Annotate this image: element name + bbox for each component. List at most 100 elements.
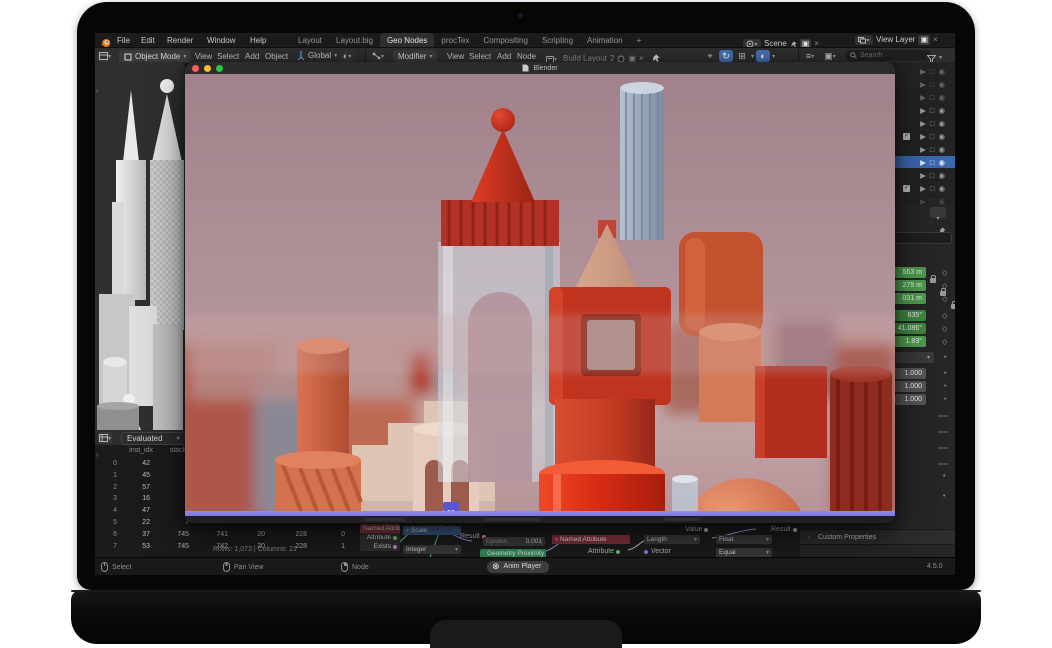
animate-dot-icon[interactable]: • [944,383,946,390]
tab-layout-big[interactable]: Layout.big [329,33,380,47]
custom-properties-panel[interactable]: › Custom Properties [800,529,955,545]
equal-dropdown[interactable]: Equal▾ [716,548,772,557]
hide-render-icon[interactable]: ◉ [938,132,945,141]
select-cursor-icon[interactable]: ▶ [920,158,926,167]
tab-compositing[interactable]: Compositing [476,33,534,47]
animate-dot-icon[interactable]: • [944,370,946,377]
close-window-button[interactable] [192,65,199,72]
view-layer-copy-icon[interactable]: ▣ [918,35,930,45]
outliner-filter-mode-icon[interactable]: ▣▾ [823,50,837,62]
panel-expand-icon[interactable]: › [96,452,98,459]
proportional-edit-icon[interactable]: ⊞ [735,50,749,62]
attribute-output[interactable]: Attribute [588,548,620,555]
view-layer-name[interactable]: View Layer [876,36,915,44]
keyframe-icon[interactable]: ◇ [942,269,947,277]
vector-input[interactable]: Vector [644,548,671,555]
hide-render-icon[interactable]: ◉ [938,171,945,180]
dataset-dropdown[interactable]: Evaluated ▾ [121,432,186,445]
lock-icon[interactable] [951,304,955,309]
menu-file[interactable]: File [117,37,130,45]
node-menu-add[interactable]: Add [497,53,511,61]
hide-render-icon[interactable]: ◉ [938,93,945,102]
node-menu-view[interactable]: View [447,53,464,61]
result-output-2[interactable]: Result [771,526,797,533]
render-window[interactable]: Blender [185,62,895,523]
auto-key-icon[interactable]: ⌖ [703,50,717,62]
tab-scripting[interactable]: Scripting [535,33,580,47]
tab-add-workspace[interactable]: + [630,33,649,47]
overlays-icon[interactable]: ◐ [756,50,770,62]
epsilon-field[interactable]: Epsilon 0.001 [483,537,545,546]
viewport-menu-add[interactable]: Add [245,53,259,61]
hide-render-icon[interactable]: ◉ [938,158,945,167]
keyframe-icon[interactable]: ◇ [942,338,947,346]
checkbox[interactable]: ✓ [903,185,910,192]
column-header-inst-idx[interactable]: inst_idx [129,447,153,454]
spreadsheet-editor-icon[interactable]: ▾ [98,432,112,444]
hide-render-icon[interactable]: ◉ [938,145,945,154]
hide-viewport-icon[interactable]: □ [930,184,935,193]
float-dropdown[interactable]: Float▾ [716,535,772,544]
select-cursor-icon[interactable]: ▶ [920,184,926,193]
node-geometry-proximity[interactable]: ›Geometry Proximity [480,549,546,557]
integer-dropdown[interactable]: Integer ▾ [403,545,461,554]
tab-animation[interactable]: Animation [580,33,630,47]
hide-render-icon[interactable]: ◉ [938,119,945,128]
viewport-3d[interactable]: › [95,62,185,430]
playhead-marker[interactable]: 90 [443,502,459,511]
select-cursor-icon[interactable]: ▶ [920,93,926,102]
animate-dot-icon[interactable]: • [944,396,946,403]
anim-player-button[interactable]: ⊗ Anim Player [487,561,549,573]
hide-render-icon[interactable]: ◉ [938,184,945,193]
keyframe-icon[interactable]: ◇ [942,312,947,320]
circled-x-icon[interactable]: ⊗ [492,562,500,571]
view-layer-remove-icon[interactable]: × [933,36,938,44]
chevron-down-icon[interactable]: ▾ [939,54,942,61]
geonodes-editor-icon[interactable]: ▾ [371,50,385,62]
select-cursor-icon[interactable]: ▶ [920,119,926,128]
zoom-window-button[interactable] [216,65,223,72]
hide-render-icon[interactable]: ◉ [938,106,945,115]
orientation-dropdown[interactable]: Global ▾ [297,51,337,60]
editor-type-icon[interactable]: ▾ [98,50,112,62]
select-cursor-icon[interactable]: ▶ [920,132,926,141]
hide-viewport-icon[interactable]: □ [930,145,935,154]
tab-layout[interactable]: Layout [291,33,329,47]
checkbox[interactable]: ✓ [903,133,910,140]
node-menu-node[interactable]: Node [517,53,536,61]
animate-dot-icon[interactable]: • [943,473,945,480]
hide-render-icon[interactable]: ◉ [938,67,945,76]
menu-help[interactable]: Help [250,37,266,45]
view-layer-icon[interactable]: ▾ [855,35,873,45]
select-cursor-icon[interactable]: ▶ [920,106,926,115]
minimize-window-button[interactable] [204,65,211,72]
toolbar-expand-icon[interactable]: › [96,88,98,95]
menu-edit[interactable]: Edit [141,37,155,45]
viewport-menu-object[interactable]: Object [265,53,288,61]
hide-viewport-icon[interactable]: □ [930,119,935,128]
hide-viewport-icon[interactable]: □ [930,132,935,141]
window-titlebar[interactable]: Blender [185,62,895,74]
node-named-attribute-1[interactable]: Named Attribute Attribute Exists [360,524,400,551]
result-output-1[interactable]: Result [460,533,486,540]
value-output[interactable]: Value [685,526,708,533]
hide-viewport-icon[interactable]: □ [930,158,935,167]
hide-render-icon[interactable]: ◉ [938,80,945,89]
collapse-button[interactable]: ▾ [930,207,946,218]
select-cursor-icon[interactable]: ▶ [920,145,926,154]
hide-viewport-icon[interactable]: □ [930,106,935,115]
snap-icon[interactable]: ↻ [719,50,733,62]
keyframe-icon[interactable]: ◇ [942,282,947,290]
snap-target-icon[interactable]: ◐▾ [340,50,354,62]
tab-proctex[interactable]: procTex [434,33,476,47]
menu-render[interactable]: Render [167,37,193,45]
select-cursor-icon[interactable]: ▶ [920,67,926,76]
lock-icon[interactable] [930,278,936,283]
node-named-attribute-2[interactable]: ▾Named Attribute [552,535,630,544]
outliner-display-mode-icon[interactable]: ≡▾ [803,50,817,62]
animate-dot-icon[interactable]: • [944,354,946,361]
viewport-menu-view[interactable]: View [195,53,212,61]
length-dropdown[interactable]: Length▾ [644,535,700,544]
viewport-menu-select[interactable]: Select [217,53,239,61]
animate-dot-icon[interactable]: • [943,493,945,500]
